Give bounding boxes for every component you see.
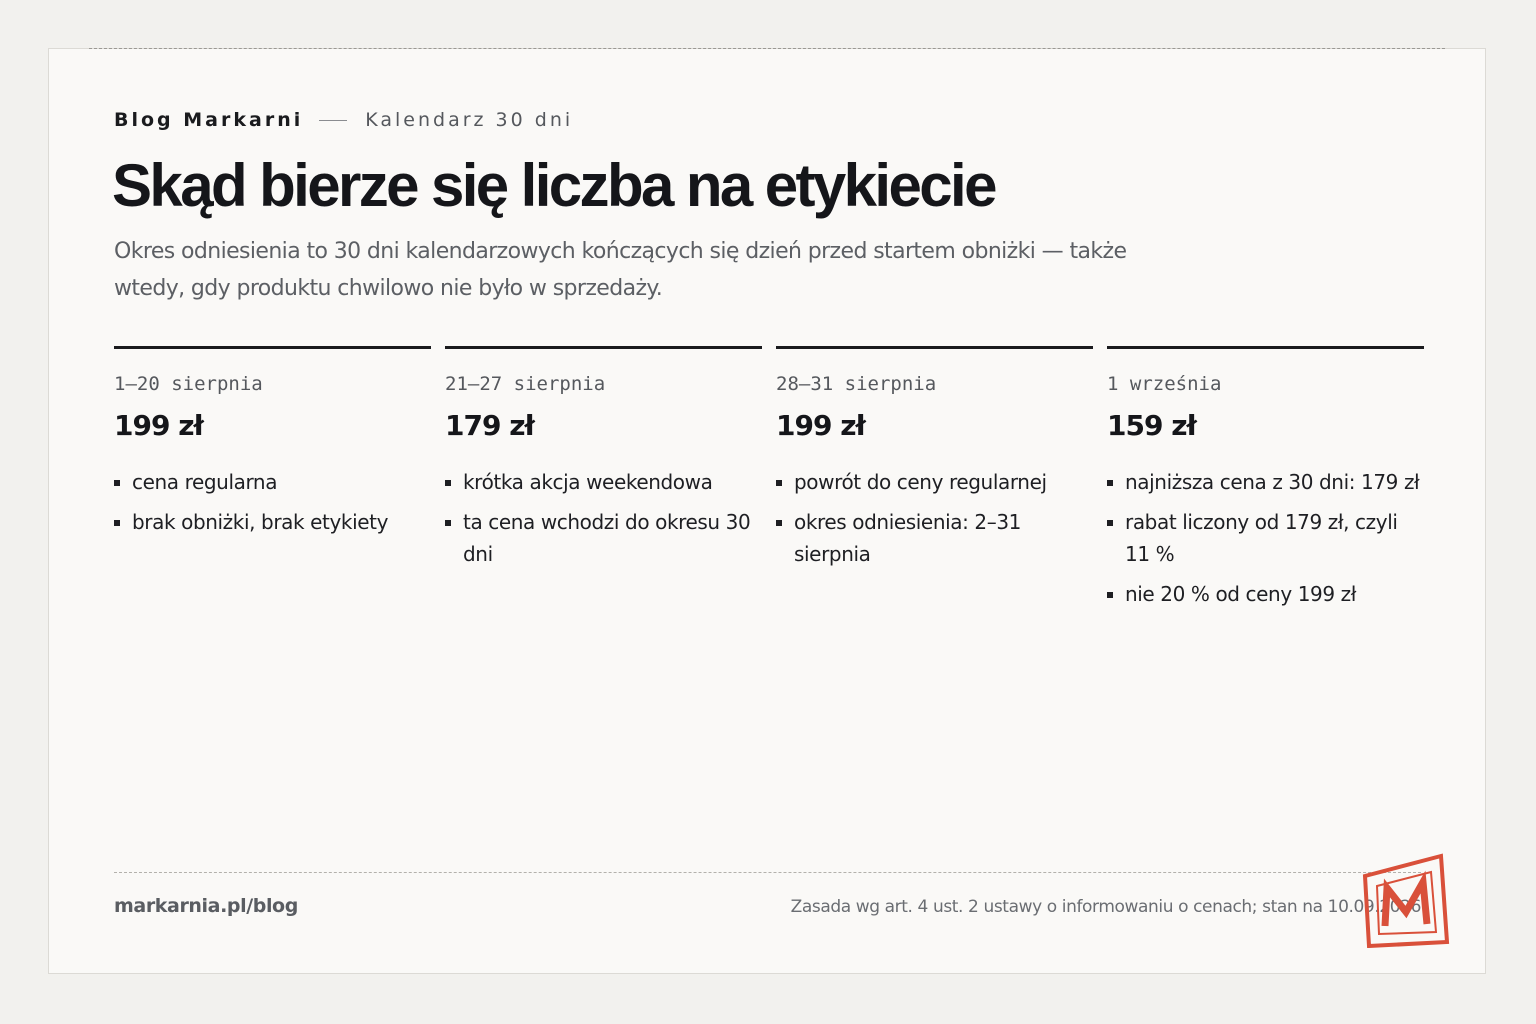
section-label: Kalendarz 30 dni [365,109,574,131]
period-price: 179 zł [445,409,535,442]
note-item: nie 20 % od ceny 199 zł [1107,578,1424,610]
period-notes: cena regularna brak obniżki, brak etykie… [114,466,431,538]
period-notes: krótka akcja weekendowa ta cena wchodzi … [445,466,762,570]
note-item: okres odniesienia: 2–31 sierpnia [776,506,1093,570]
blog-brand: Blog Markarni [114,109,304,131]
period-notes: najniższa cena z 30 dni: 179 zł rabat li… [1107,466,1424,610]
note-text: brak obniżki, brak etykiety [132,510,389,534]
bullet-icon [1107,592,1113,598]
top-divider [89,48,1445,49]
period-column: 21–27 sierpnia 179 zł krótka akcja weeke… [445,346,762,618]
note-item: rabat liczony od 179 zł, czyli 11 % [1107,506,1424,570]
markarnia-logo-icon [1362,853,1450,948]
note-text: powrót do ceny regularnej [794,470,1047,494]
period-date: 21–27 sierpnia [445,373,606,395]
period-date: 1 września [1107,373,1222,395]
period-column: 1–20 sierpnia 199 zł cena regularna brak… [114,346,431,618]
bullet-icon [1107,480,1113,486]
bullet-icon [776,480,782,486]
period-price: 199 zł [114,409,204,442]
note-text: nie 20 % od ceny 199 zł [1125,582,1357,606]
bullet-icon [114,480,120,486]
bullet-icon [776,520,782,526]
bullet-icon [445,480,451,486]
price-timeline: 1–20 sierpnia 199 zł cena regularna brak… [114,346,1424,618]
note-text: krótka akcja weekendowa [463,470,713,494]
period-date: 1–20 sierpnia [114,373,263,395]
footer-divider [114,872,1421,873]
article-card: Blog Markarni Kalendarz 30 dni Skąd bier… [48,48,1486,974]
period-column: 1 września 159 zł najniższa cena z 30 dn… [1107,346,1424,618]
page-title: Skąd bierze się liczba na etykiecie [112,152,997,219]
note-text: cena regularna [132,470,278,494]
bullet-icon [445,520,451,526]
eyebrow: Blog Markarni Kalendarz 30 dni [114,109,573,131]
period-notes: powrót do ceny regularnej okres odniesie… [776,466,1093,570]
period-date: 28–31 sierpnia [776,373,937,395]
note-text: najniższa cena z 30 dni: 179 zł [1125,470,1420,494]
bullet-icon [114,520,120,526]
note-item: najniższa cena z 30 dni: 179 zł [1107,466,1424,498]
lead-paragraph: Okres odniesienia to 30 dni kalendarzowy… [114,239,1127,301]
blog-url-link[interactable]: markarnia.pl/blog [114,895,298,917]
period-price: 159 zł [1107,409,1197,442]
note-item: ta cena wchodzi do okresu 30 dni [445,506,762,570]
note-item: brak obniżki, brak etykiety [114,506,431,538]
note-item: powrót do ceny regularnej [776,466,1093,498]
note-item: krótka akcja weekendowa [445,466,762,498]
note-text: okres odniesienia: 2–31 sierpnia [794,510,1021,566]
eyebrow-dash [319,119,348,121]
period-price: 199 zł [776,409,866,442]
note-text: rabat liczony od 179 zł, czyli 11 % [1125,510,1398,566]
note-text: ta cena wchodzi do okresu 30 dni [463,510,751,566]
note-item: cena regularna [114,466,431,498]
period-column: 28–31 sierpnia 199 zł powrót do ceny reg… [776,346,1093,618]
bullet-icon [1107,520,1113,526]
legal-note: Zasada wg art. 4 ust. 2 ustawy o informo… [790,897,1422,917]
